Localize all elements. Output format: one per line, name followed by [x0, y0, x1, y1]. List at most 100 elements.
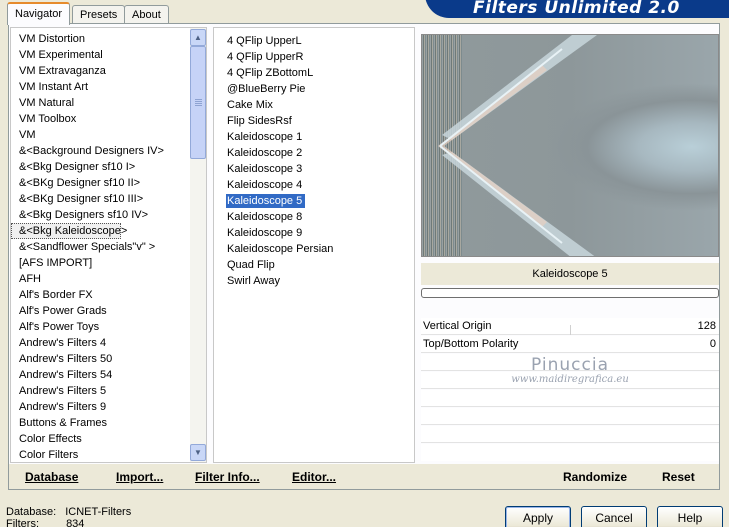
category-item[interactable]: [AFS IMPORT]	[11, 255, 206, 271]
filter-item[interactable]: Flip SidesRsf	[214, 113, 414, 129]
category-scrollbar[interactable]: ▲ ▼	[190, 28, 206, 462]
tab-navigator[interactable]: Navigator	[7, 2, 71, 25]
filter-item-label: 4 QFlip ZBottomL	[227, 67, 314, 79]
control-empty-row	[421, 390, 719, 407]
editor-button[interactable]: Editor...	[292, 470, 336, 484]
filter-name-display: Kaleidoscope 5	[421, 263, 719, 285]
category-item[interactable]: &<Background Designers IV>	[11, 143, 206, 159]
category-item[interactable]: &<Bkg Designers sf10 IV>	[11, 207, 206, 223]
category-item[interactable]: VM	[11, 127, 206, 143]
control-empty-row	[421, 426, 719, 443]
category-item[interactable]: Color Effects	[11, 431, 206, 447]
category-item[interactable]: &<BKg Designer sf10 II>	[11, 175, 206, 191]
category-item[interactable]: Buttons & Frames	[11, 415, 206, 431]
preview-kaleidoscope-art	[438, 35, 597, 256]
category-item[interactable]: VM Natural	[11, 95, 206, 111]
filter-preview	[421, 34, 719, 257]
filter-item-label: Kaleidoscope 9	[227, 227, 303, 239]
category-item[interactable]: AFH	[11, 271, 206, 287]
tab-presets[interactable]: Presets	[72, 5, 126, 24]
filter-item[interactable]: Kaleidoscope 9	[214, 225, 414, 241]
filter-item-label: Flip SidesRsf	[227, 115, 292, 127]
watermark: Pinuccia www.maidiregrafica.eu	[421, 355, 719, 385]
category-item[interactable]: VM Distortion	[11, 31, 206, 47]
category-item[interactable]: Andrew's Filters 54	[11, 367, 206, 383]
filter-item[interactable]: Kaleidoscope 4	[214, 177, 414, 193]
filter-item[interactable]: @BlueBerry Pie	[214, 81, 414, 97]
category-item[interactable]: Andrew's Filters 5	[11, 383, 206, 399]
watermark-url: www.maidiregrafica.eu	[511, 374, 629, 385]
import-button[interactable]: Import...	[116, 470, 163, 484]
filter-item[interactable]: Kaleidoscope 1	[214, 129, 414, 145]
category-item[interactable]: &<BKg Designer sf10 III>	[11, 191, 206, 207]
tab-navigator-label: Navigator	[15, 8, 63, 20]
database-label: Database:	[6, 506, 57, 518]
randomize-button[interactable]: Randomize	[563, 470, 627, 484]
filter-item-label: Kaleidoscope 8	[227, 211, 303, 223]
category-item[interactable]: Andrew's Filters 50	[11, 351, 206, 367]
control-vertical-origin[interactable]: Vertical Origin 128	[421, 318, 719, 335]
category-item[interactable]: VM Toolbox	[11, 111, 206, 127]
scroll-thumb[interactable]	[190, 46, 206, 159]
filter-item[interactable]: Kaleidoscope 2	[214, 145, 414, 161]
category-item[interactable]: &<Bkg Designer sf10 I>	[11, 159, 206, 175]
tab-about-label: About	[132, 9, 161, 21]
filter-item[interactable]: 4 QFlip ZBottomL	[214, 65, 414, 81]
filter-item[interactable]: Kaleidoscope Persian	[214, 241, 414, 257]
category-item[interactable]: Alf's Power Grads	[11, 303, 206, 319]
category-list[interactable]: VM Distortion VM Experimental VM Extravaga…	[10, 27, 207, 463]
scroll-down-button[interactable]: ▼	[190, 444, 206, 461]
filters-info: Filters: 834	[6, 518, 84, 527]
filter-item[interactable]: 4 QFlip UpperR	[214, 49, 414, 65]
category-item[interactable]: VM Instant Art	[11, 79, 206, 95]
filter-item-label: Kaleidoscope 5	[226, 194, 306, 208]
filter-item-label: Kaleidoscope 1	[227, 131, 303, 143]
control-label: Vertical Origin	[423, 320, 492, 332]
cancel-button[interactable]: Cancel	[581, 506, 647, 527]
filter-item[interactable]: Quad Flip	[214, 257, 414, 273]
filters-count: 834	[66, 518, 85, 527]
filter-item-label: Kaleidoscope 2	[227, 147, 303, 159]
brand-banner: Filters Unlimited 2.0	[425, 0, 729, 18]
slider-track[interactable]	[570, 325, 571, 335]
control-empty-row	[421, 408, 719, 425]
category-item[interactable]: VM Experimental	[11, 47, 206, 63]
reset-button[interactable]: Reset	[662, 470, 695, 484]
control-top-bottom-polarity[interactable]: Top/Bottom Polarity 0	[421, 336, 719, 353]
filter-info-button[interactable]: Filter Info...	[195, 470, 260, 484]
apply-button[interactable]: Apply	[505, 506, 571, 527]
category-item[interactable]: VM Extravaganza	[11, 63, 206, 79]
filter-item[interactable]: Swirl Away	[214, 273, 414, 289]
control-value: 128	[697, 320, 716, 332]
filter-item[interactable]: Cake Mix	[214, 97, 414, 113]
category-item[interactable]: &<Bkg Kaleidoscope>	[11, 223, 127, 239]
category-item[interactable]: &<Sandflower Specials"v" >	[11, 239, 206, 255]
brand-title: Filters Unlimited 2.0	[473, 0, 680, 18]
filter-item[interactable]: Kaleidoscope 5	[214, 193, 414, 209]
database-value: ICNET-Filters	[65, 506, 132, 518]
category-item[interactable]: Alf's Border FX	[11, 287, 206, 303]
database-info: Database: ICNET-Filters	[6, 506, 131, 518]
category-item[interactable]: Alf's Power Toys	[11, 319, 206, 335]
filter-item-label: Kaleidoscope Persian	[227, 243, 334, 255]
category-item[interactable]: Andrew's Filters 4	[11, 335, 206, 351]
category-item[interactable]: Andrew's Filters 9	[11, 399, 206, 415]
filter-list[interactable]: 4 QFlip UpperL 4 QFlip UpperR 4 QFlip ZBot…	[213, 27, 415, 463]
filter-item-label: 4 QFlip UpperR	[227, 51, 304, 63]
filter-item[interactable]: 4 QFlip UpperL	[214, 33, 414, 49]
filter-item-label: Quad Flip	[227, 259, 275, 271]
control-value: 0	[709, 338, 716, 350]
scroll-up-button[interactable]: ▲	[190, 29, 206, 46]
filter-item[interactable]: Kaleidoscope 8	[214, 209, 414, 225]
filter-item-label: @BlueBerry Pie	[227, 83, 306, 95]
filter-item[interactable]: Kaleidoscope 3	[214, 161, 414, 177]
command-bar: Database Import... Filter Info... Editor…	[9, 464, 719, 489]
category-item[interactable]: Color Filters	[11, 447, 206, 462]
help-button[interactable]: Help	[657, 506, 723, 527]
grip-icon	[195, 99, 202, 100]
control-empty-row	[421, 444, 719, 461]
tab-presets-label: Presets	[80, 9, 118, 21]
tab-about[interactable]: About	[124, 5, 169, 24]
filter-item-label: Kaleidoscope 4	[227, 179, 303, 191]
database-button[interactable]: Database	[25, 470, 78, 484]
